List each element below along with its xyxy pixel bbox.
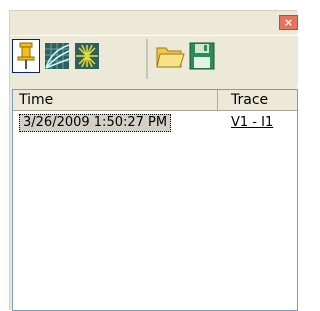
trace-window: × Time Trace 3/26/2009 1:50:27 PM V1 - I… [9,10,298,311]
column-header-trace[interactable]: Trace [219,90,297,110]
trace-link[interactable]: V1 - I1 [231,115,273,131]
pin-button[interactable] [12,39,40,73]
starburst-button[interactable] [73,39,101,73]
pushpin-icon [17,42,35,69]
open-button[interactable] [155,39,185,73]
trace-list[interactable]: Time Trace 3/26/2009 1:50:27 PM V1 - I1 [12,89,298,311]
list-item[interactable]: 3/26/2009 1:50:27 PM V1 - I1 [13,112,297,134]
title-bar: × [10,11,298,33]
starburst-icon [75,43,99,69]
list-header: Time Trace [13,90,297,111]
curve-plot-icon [45,43,70,69]
toolbar [10,35,298,85]
curve-plot-button[interactable] [43,39,71,73]
save-disk-icon [189,42,215,70]
time-cell[interactable]: 3/26/2009 1:50:27 PM [19,114,172,132]
toolbar-separator [146,39,148,79]
open-folder-icon [156,47,185,68]
close-button[interactable]: × [279,15,298,30]
column-header-time[interactable]: Time [13,90,218,110]
save-button[interactable] [188,39,216,73]
